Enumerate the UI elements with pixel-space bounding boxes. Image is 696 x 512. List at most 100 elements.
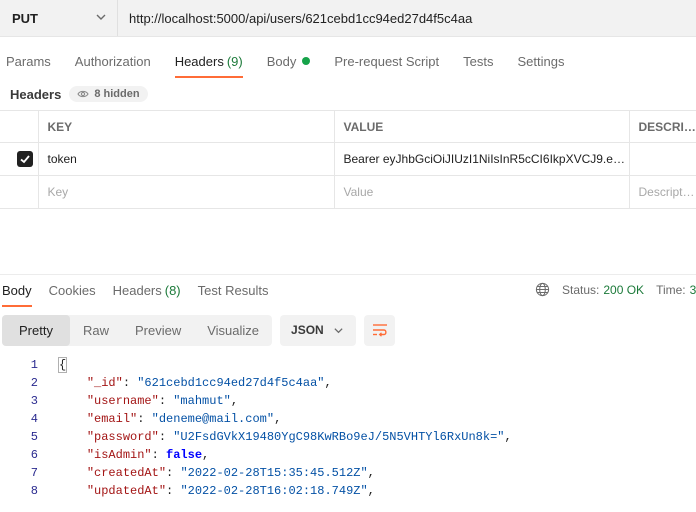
response-view-controls: Pretty Raw Preview Visualize JSON: [2, 314, 396, 346]
method-select[interactable]: PUT: [0, 0, 118, 36]
checkmark-icon: [20, 155, 30, 164]
tab-settings[interactable]: Settings: [517, 44, 564, 78]
json-value: "2022-02-28T16:02:18.749Z": [180, 484, 368, 498]
column-header-key: KEY: [38, 110, 335, 143]
header-key-cell[interactable]: token: [38, 142, 335, 176]
tab-count: (8): [164, 283, 181, 298]
wrap-lines-button[interactable]: [364, 314, 396, 346]
format-select[interactable]: JSON: [280, 314, 357, 346]
line-number: 7: [30, 466, 38, 480]
line-number: 1: [30, 358, 38, 372]
headers-title: Headers: [10, 86, 62, 102]
response-tab-body[interactable]: Body: [2, 275, 32, 307]
json-key: "updatedAt": [86, 484, 167, 498]
json-value: false: [166, 448, 203, 462]
tab-tests[interactable]: Tests: [463, 44, 493, 78]
status-dot-icon: [302, 57, 311, 65]
header-description-cell[interactable]: [629, 142, 696, 176]
view-mode-pretty[interactable]: Pretty: [2, 314, 70, 346]
code-line: 7 "createdAt": "2022-02-28T15:35:45.512Z…: [0, 464, 696, 482]
time-value[interactable]: 36: [690, 283, 696, 297]
new-value-input[interactable]: Value: [334, 175, 630, 209]
url-input[interactable]: http://localhost:5000/api/users/621cebd1…: [118, 0, 696, 36]
code-line: 1 {: [0, 356, 696, 374]
code-line: 3 "username": "mahmut",: [0, 392, 696, 410]
line-number: 4: [30, 412, 38, 426]
wrap-lines-icon: [372, 324, 387, 337]
view-mode-preview[interactable]: Preview: [122, 315, 194, 346]
json-key: "password": [86, 430, 159, 444]
headers-subheader: Headers 8 hidden: [10, 84, 148, 104]
header-value-cell[interactable]: Bearer eyJhbGciOiJIUzI1NiIsInR5cCI6IkpXV…: [334, 142, 630, 176]
code-line: 2 "_id": "621cebd1cc94ed27d4f5c4aa",: [0, 374, 696, 392]
line-number: 5: [30, 430, 38, 444]
tab-label: Authorization: [74, 53, 151, 69]
line-number: 2: [30, 376, 38, 390]
chevron-down-icon: [96, 14, 106, 20]
code-line: 6 "isAdmin": false,: [0, 446, 696, 464]
tab-headers[interactable]: Headers (9): [174, 44, 243, 78]
tab-body[interactable]: Body: [267, 44, 311, 78]
line-number: 8: [30, 484, 38, 498]
tab-pre-request-script[interactable]: Pre-request Script: [334, 44, 439, 78]
json-value: "U2FsdGVkX19480YgC98KwRBo9eJ/5N5VHTYl6Rx…: [173, 430, 505, 444]
response-tab-cookies[interactable]: Cookies: [49, 275, 96, 307]
open-brace: {: [58, 357, 68, 373]
json-key: "_id": [86, 376, 123, 390]
code-line: 5 "password": "U2FsdGVkX19480YgC98KwRBo9…: [0, 428, 696, 446]
tab-label: Tests: [463, 53, 494, 69]
code-line: 8 "updatedAt": "2022-02-28T16:02:18.749Z…: [0, 482, 696, 500]
status-code[interactable]: 200 OK: [603, 283, 644, 297]
option-label: Raw: [82, 322, 109, 338]
tab-authorization[interactable]: Authorization: [75, 44, 151, 78]
time-label: Time:: [656, 282, 686, 297]
tab-label: Settings: [517, 53, 565, 69]
tab-label: Headers: [112, 283, 162, 298]
empty-checkbox-cell: [0, 175, 39, 209]
json-key: "username": [86, 394, 159, 408]
request-tabs: Params Authorization Headers (9) Body Pre…: [0, 44, 696, 78]
tab-label: Body: [266, 53, 297, 69]
line-number: 3: [30, 394, 38, 408]
option-label: Preview: [134, 322, 182, 338]
response-tab-test-results[interactable]: Test Results: [198, 275, 269, 307]
json-key: "isAdmin": [86, 448, 152, 462]
response-status: Status: 200 OK Time: 36: [535, 282, 696, 297]
method-label: PUT: [12, 10, 38, 26]
tab-label: Headers: [174, 53, 224, 69]
hidden-count: 8 hidden: [94, 88, 140, 100]
new-key-input[interactable]: Key: [38, 175, 335, 209]
eye-icon: [77, 90, 89, 98]
tab-label: Params: [6, 53, 51, 69]
column-header-description: DESCRIPT: [629, 110, 696, 143]
option-label: Pretty: [19, 322, 53, 338]
view-mode-visualize[interactable]: Visualize: [194, 315, 272, 346]
status-label: Status:: [562, 282, 600, 297]
json-value: "2022-02-28T15:35:45.512Z": [180, 466, 368, 480]
tab-label: Test Results: [197, 283, 269, 298]
checkbox-column-header: [0, 110, 39, 143]
globe-icon[interactable]: [535, 282, 550, 297]
response-tab-headers[interactable]: Headers (8): [113, 275, 181, 307]
json-value: "mahmut": [173, 394, 231, 408]
view-mode-raw[interactable]: Raw: [70, 315, 122, 346]
column-header-value: VALUE: [334, 110, 630, 143]
tab-label: Pre-request Script: [334, 53, 440, 69]
line-number: 6: [30, 448, 38, 462]
table-row: token Bearer eyJhbGciOiJIUzI1NiIsInR5cCI…: [0, 142, 696, 176]
json-value: "621cebd1cc94ed27d4f5c4aa": [137, 376, 325, 390]
tab-count: (9): [226, 53, 243, 69]
tab-params[interactable]: Params: [6, 44, 51, 78]
tab-label: Body: [2, 283, 32, 298]
response-body[interactable]: 1 { 2 "_id": "621cebd1cc94ed27d4f5c4aa",…: [0, 356, 696, 500]
code-line: 4 "email": "deneme@mail.com",: [0, 410, 696, 428]
new-description-input[interactable]: Description: [629, 175, 696, 209]
chevron-down-icon: [334, 327, 343, 333]
row-checkbox-cell: [0, 142, 39, 176]
hidden-headers-toggle[interactable]: 8 hidden: [69, 86, 148, 102]
json-key: "email": [86, 412, 138, 426]
request-url-bar: PUT http://localhost:5000/api/users/621c…: [0, 0, 696, 37]
tab-label: Cookies: [48, 283, 96, 298]
url-text: http://localhost:5000/api/users/621cebd1…: [129, 10, 473, 26]
row-checkbox[interactable]: [17, 151, 33, 167]
